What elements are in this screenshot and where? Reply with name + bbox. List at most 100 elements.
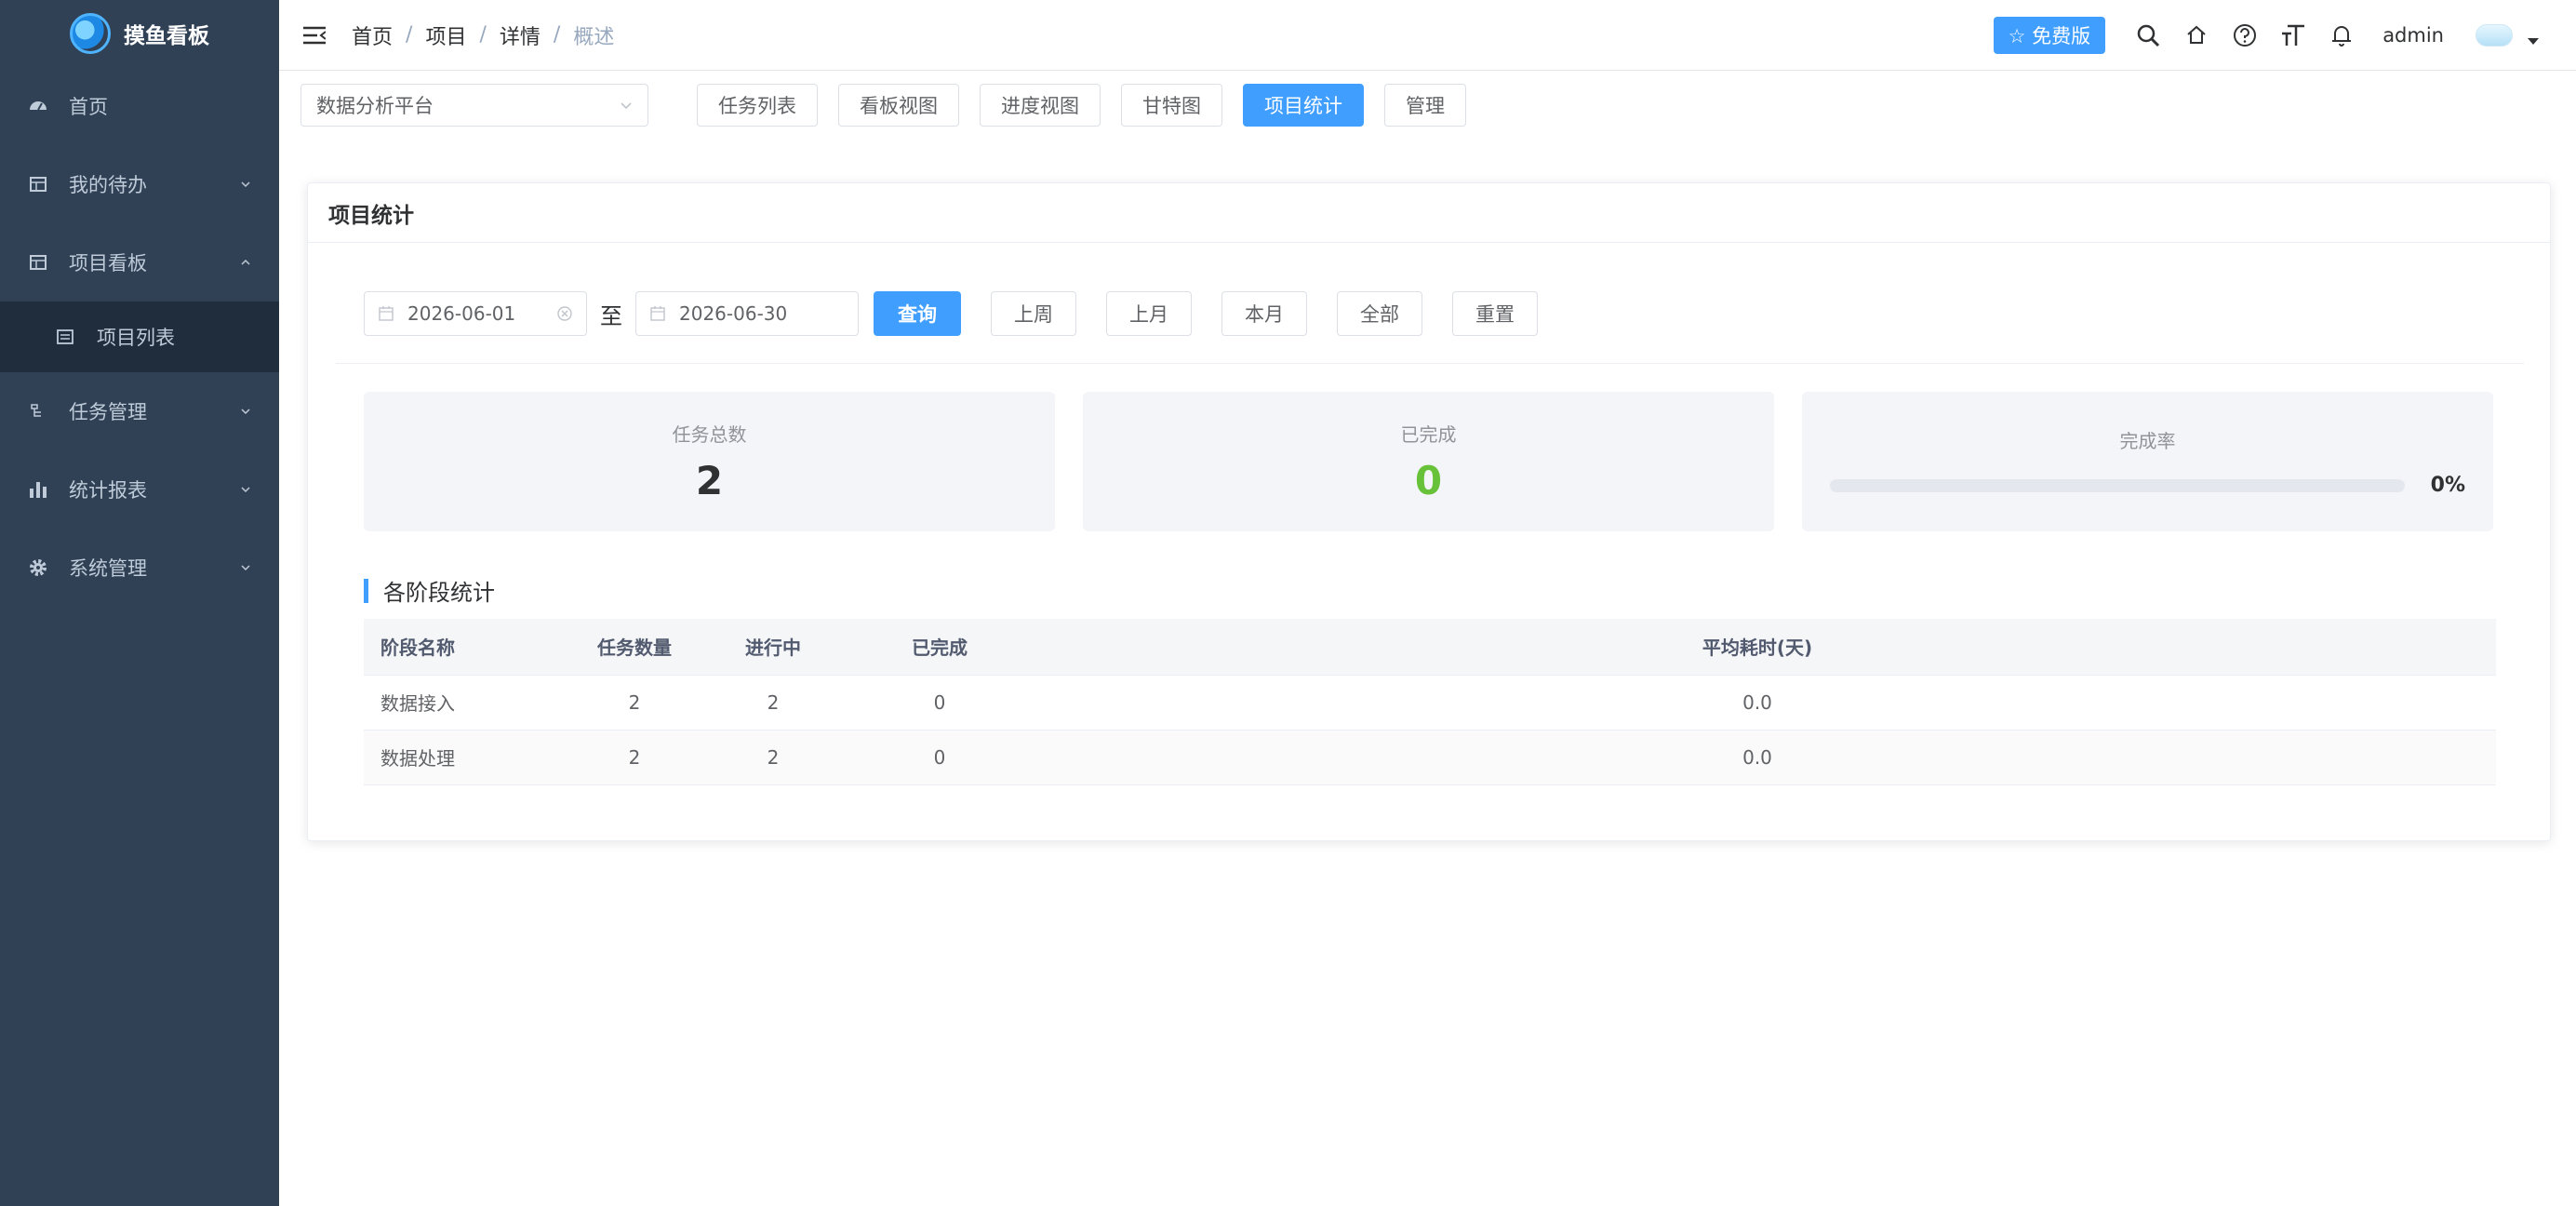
reset-button[interactable]: 重置 xyxy=(1452,291,1538,336)
top-navbar: 首页 / 项目 / 详情 / 概述 ☆ 免费版 admin xyxy=(279,0,2576,71)
logo[interactable]: 摸鱼看板 xyxy=(0,0,279,67)
section-accent-bar xyxy=(364,578,368,603)
start-date-input[interactable]: 2026-06-01 xyxy=(364,291,587,336)
stat-label: 完成率 xyxy=(2119,430,2176,452)
divider xyxy=(336,363,2524,364)
clear-icon[interactable] xyxy=(556,305,573,322)
sidebar-item-label: 项目列表 xyxy=(97,327,175,349)
tab-kanban-view[interactable]: 看板视图 xyxy=(838,84,959,127)
stat-value: 0 xyxy=(1414,458,1443,503)
breadcrumb-detail[interactable]: 详情 xyxy=(500,20,541,50)
project-select-value: 数据分析平台 xyxy=(316,95,434,117)
chart-icon xyxy=(28,479,48,500)
sidebar-item-label: 我的待办 xyxy=(69,174,147,196)
table-cell: 数据处理 xyxy=(364,730,583,785)
breadcrumb-separator: / xyxy=(479,23,487,47)
column-header: 已完成 xyxy=(861,619,1019,676)
view-switcher: 任务列表 看板视图 进度视图 甘特图 项目统计 管理 xyxy=(697,84,1466,127)
column-header: 进行中 xyxy=(686,619,861,676)
logo-text: 摸鱼看板 xyxy=(124,24,209,48)
sidebar-item-project-board[interactable]: 项目看板 xyxy=(0,223,279,302)
chevron-down-icon xyxy=(241,181,250,188)
sidebar-item-reports[interactable]: 统计报表 xyxy=(0,450,279,529)
sidebar-item-system[interactable]: 系统管理 xyxy=(0,529,279,607)
tab-progress-view[interactable]: 进度视图 xyxy=(980,84,1101,127)
stat-total-tasks: 任务总数 2 xyxy=(364,392,1055,531)
username[interactable]: admin xyxy=(2382,24,2444,47)
list-icon xyxy=(56,327,76,347)
stat-value: 2 xyxy=(695,458,724,503)
last-month-button[interactable]: 上月 xyxy=(1106,291,1192,336)
tab-project-stats[interactable]: 项目统计 xyxy=(1243,84,1364,127)
card-title: 项目统计 xyxy=(308,183,2550,243)
sidebar-item-project-list[interactable]: 项目列表 xyxy=(0,302,279,372)
tab-gantt[interactable]: 甘特图 xyxy=(1121,84,1222,127)
stat-label: 已完成 xyxy=(1400,423,1457,446)
section-title: 各阶段统计 xyxy=(364,574,495,607)
completion-rate-value: 0% xyxy=(2430,474,2465,497)
sidebar-item-todo[interactable]: 我的待办 xyxy=(0,145,279,223)
table-cell: 2 xyxy=(583,730,686,785)
dashboard-icon xyxy=(28,96,48,116)
caret-down-icon[interactable] xyxy=(2528,38,2539,45)
project-select[interactable]: 数据分析平台 xyxy=(300,84,648,127)
home-icon[interactable] xyxy=(2182,20,2211,50)
table-cell: 2 xyxy=(686,730,861,785)
sidebar-item-home[interactable]: 首页 xyxy=(0,67,279,145)
sidebar-item-tasks[interactable]: 任务管理 xyxy=(0,372,279,450)
avatar[interactable] xyxy=(2476,23,2513,47)
stat-completion-rate: 完成率 0% xyxy=(1802,392,2493,531)
font-size-icon[interactable] xyxy=(2278,20,2308,50)
project-toolbar: 数据分析平台 任务列表 看板视图 进度视图 甘特图 项目统计 管理 xyxy=(300,84,1466,127)
end-date-input[interactable]: 2026-06-30 xyxy=(635,291,859,336)
table-cell: 数据接入 xyxy=(364,675,583,730)
hamburger-icon[interactable] xyxy=(303,25,327,46)
last-week-button[interactable]: 上周 xyxy=(991,291,1076,336)
chevron-down-icon xyxy=(241,487,250,493)
chevron-down-icon xyxy=(241,409,250,415)
all-button[interactable]: 全部 xyxy=(1337,291,1422,336)
breadcrumb: 首页 / 项目 / 详情 / 概述 xyxy=(352,20,614,50)
query-button[interactable]: 查询 xyxy=(874,291,961,336)
chevron-down-icon xyxy=(621,102,632,110)
tree-icon xyxy=(28,401,48,422)
table-icon xyxy=(28,174,48,194)
bell-icon[interactable] xyxy=(2327,20,2356,50)
breadcrumb-separator: / xyxy=(406,23,413,47)
sidebar-item-label: 项目看板 xyxy=(69,252,147,275)
tab-manage[interactable]: 管理 xyxy=(1384,84,1466,127)
table-cell: 0.0 xyxy=(1019,675,2496,730)
end-date-value: 2026-06-30 xyxy=(679,302,788,325)
breadcrumb-current: 概述 xyxy=(573,25,615,49)
table-header-row: 阶段名称 任务数量 进行中 已完成 平均耗时(天) xyxy=(364,619,2496,676)
help-icon[interactable] xyxy=(2230,20,2260,50)
stat-completed: 已完成 0 xyxy=(1083,392,1774,531)
chevron-down-icon xyxy=(241,565,250,571)
sidebar-item-label: 任务管理 xyxy=(69,401,147,423)
breadcrumb-project[interactable]: 项目 xyxy=(425,20,466,50)
column-header: 任务数量 xyxy=(583,619,686,676)
table-row: 数据接入 2 2 0 0.0 xyxy=(364,675,2496,730)
project-stats-card: 项目统计 2026-06-01 至 2026-06-30 查询 上周 上月 本月… xyxy=(307,182,2551,841)
calendar-icon xyxy=(650,306,665,321)
this-month-button[interactable]: 本月 xyxy=(1221,291,1307,336)
chevron-up-icon xyxy=(241,259,250,265)
sidebar: 摸鱼看板 首页 我的待办 项目看板 项目列表 任务管理 统计报表 系统管理 xyxy=(0,0,279,1206)
search-icon[interactable] xyxy=(2133,20,2163,50)
table-cell: 0 xyxy=(861,675,1019,730)
column-header: 平均耗时(天) xyxy=(1019,619,2496,676)
table-cell: 2 xyxy=(686,675,861,730)
tab-task-list[interactable]: 任务列表 xyxy=(697,84,818,127)
section-title-text: 各阶段统计 xyxy=(383,580,495,606)
free-version-button[interactable]: ☆ 免费版 xyxy=(1993,16,2106,54)
table-cell: 2 xyxy=(583,675,686,730)
calendar-icon xyxy=(379,306,394,321)
date-range-separator: 至 xyxy=(600,302,622,329)
breadcrumb-home[interactable]: 首页 xyxy=(352,20,393,50)
date-filter-row: 2026-06-01 至 2026-06-30 查询 上周 上月 本月 全部 重… xyxy=(364,291,1538,336)
table-cell: 0 xyxy=(861,730,1019,785)
column-header: 阶段名称 xyxy=(364,619,583,676)
stage-stats-table: 阶段名称 任务数量 进行中 已完成 平均耗时(天) 数据接入 2 2 0 0.0… xyxy=(364,619,2496,785)
stat-summary: 任务总数 2 已完成 0 完成率 0% xyxy=(364,392,2493,531)
stat-label: 任务总数 xyxy=(672,423,747,446)
